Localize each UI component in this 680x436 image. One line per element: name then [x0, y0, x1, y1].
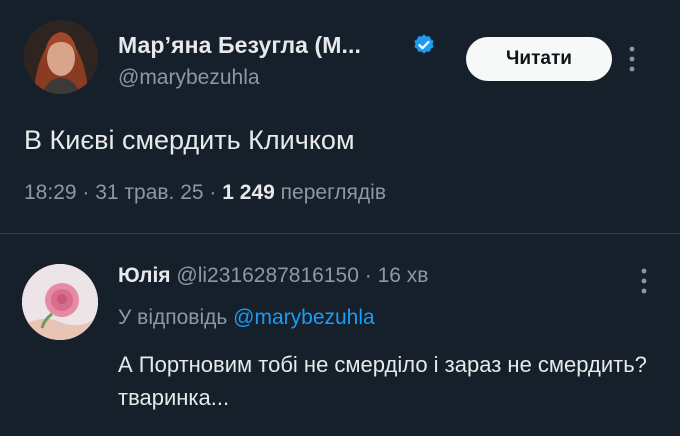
meta-separator: · [76, 181, 96, 204]
reply-tweet: Юлія @li2316287816150 · 16 хв У відповід… [0, 234, 680, 436]
main-tweet: Мар’яна Безугла (М... @marybezuhla Читат… [0, 0, 680, 232]
author-name[interactable]: Мар’яна Безугла (М... [118, 32, 361, 59]
views-label: переглядів [274, 181, 386, 204]
reply-to-line: У відповідь @marybezuhla [118, 306, 375, 330]
more-vertical-icon[interactable] [638, 266, 650, 296]
tweet-meta: 18:29 · 31 трав. 25 · 1 249 переглядів [24, 181, 386, 205]
meta-separator: · [203, 181, 223, 204]
reply-time[interactable]: 16 хв [378, 264, 429, 287]
reply-avatar-image [22, 264, 98, 340]
verified-badge-icon [414, 34, 434, 54]
author-avatar-image [24, 20, 98, 94]
views-count: 1 249 [222, 181, 275, 204]
more-vertical-icon[interactable] [626, 44, 638, 74]
reply-text: А Портновим тобі не смерділо і зараз не … [118, 352, 647, 410]
author-handle[interactable]: @marybezuhla [118, 66, 260, 90]
reply-header: Юлія @li2316287816150 · 16 хв [118, 264, 428, 288]
reply-author-handle[interactable]: @li2316287816150 [176, 264, 358, 287]
reply-separator: · [358, 264, 378, 287]
reply-to-mention[interactable]: @marybezuhla [233, 306, 375, 329]
tweet-date[interactable]: 31 трав. 25 [95, 181, 203, 204]
follow-button[interactable]: Читати [466, 37, 612, 81]
reply-to-label: У відповідь [118, 306, 234, 329]
reply-author-name[interactable]: Юлія [118, 264, 171, 287]
tweet-time[interactable]: 18:29 [24, 181, 77, 204]
author-avatar[interactable] [24, 20, 98, 94]
tweet-text: В Києві смердить Кличком [24, 125, 355, 155]
reply-avatar[interactable] [22, 264, 98, 340]
